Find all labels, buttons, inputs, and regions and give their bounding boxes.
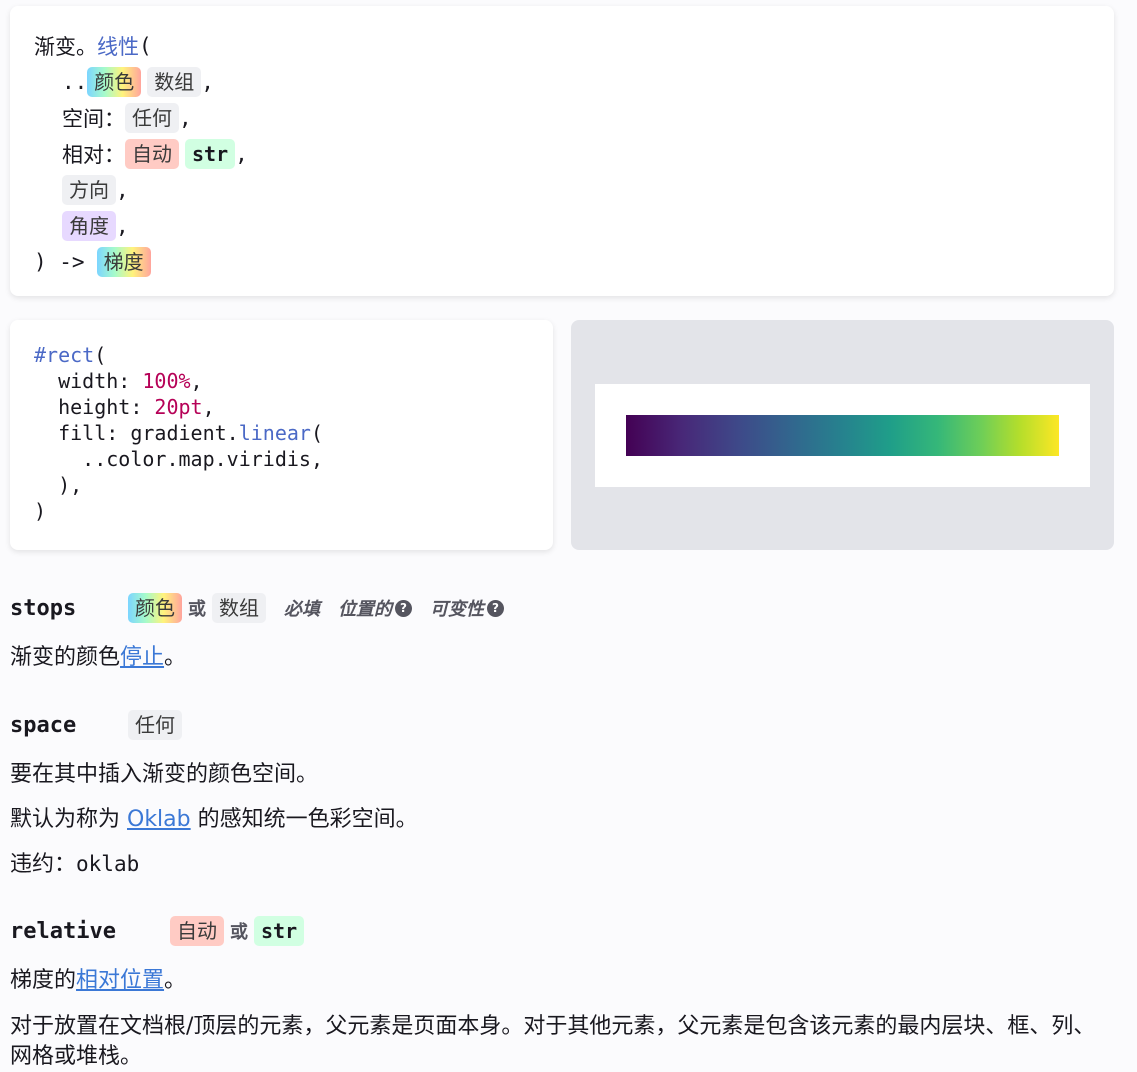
desc-text: 的感知统一色彩空间。 [190, 807, 418, 832]
type-array-tag[interactable]: 数组 [212, 593, 266, 623]
default-label: 违约： [10, 852, 77, 877]
code-line: fill: gradient.linear( [34, 420, 529, 446]
code-line: ), [34, 473, 83, 497]
oklab-link[interactable]: Oklab [127, 807, 191, 832]
code-line: #rect( [34, 342, 529, 368]
param-space-description: 要在其中插入渐变的颜色空间。 [10, 762, 319, 787]
param-relative-header: relative 自动 或 str [10, 915, 305, 947]
type-color-tag[interactable]: 颜色 [128, 593, 182, 623]
param-name-space: space [10, 712, 77, 738]
type-auto-tag[interactable]: 自动 [170, 916, 224, 946]
type-any-tag[interactable]: 任何 [128, 710, 182, 740]
param-stops-header: stops 颜色 或 数组 必填 位置的? 可变性? [10, 592, 504, 624]
code-number: 100% [142, 369, 191, 393]
return-arrow: ) -> [34, 250, 85, 274]
variadic-label: 可变性 [430, 599, 484, 620]
param-name-relative: relative [10, 918, 116, 944]
code-line: height: 20pt, [34, 394, 529, 420]
code-text: fill: gradient. [34, 421, 239, 445]
comma: , [235, 142, 248, 166]
code-text: width: [34, 369, 143, 393]
type-auto-tag[interactable]: 自动 [125, 139, 179, 169]
preview-page [595, 384, 1090, 487]
desc-text: 。 [164, 968, 187, 993]
type-color-tag[interactable]: 颜色 [87, 67, 142, 97]
required-flag: 必填 [284, 599, 320, 620]
type-str-tag[interactable]: str [185, 139, 236, 169]
signature-line-stops: .. 颜色 数组, [34, 64, 1090, 100]
param-space-header: space 任何 [10, 709, 182, 741]
help-icon[interactable]: ? [487, 599, 504, 617]
variadic-flag[interactable]: 可变性? [430, 595, 504, 621]
relative-label[interactable]: 相对： [62, 139, 125, 169]
code-text: , [202, 395, 215, 419]
positional-flag[interactable]: 位置的? [338, 595, 412, 621]
comma: , [116, 214, 129, 238]
fn-name[interactable]: 线性 [97, 31, 139, 61]
code-line: ) [34, 499, 47, 523]
signature-line-angle: 角度, [34, 208, 1090, 244]
desc-text: 渐变的颜色 [10, 645, 121, 670]
param-relative-detail: 对于放置在文档根/顶层的元素，父元素是页面本身。对于其他元素，父元素是包含该元素… [10, 1014, 1096, 1069]
signature-line-return: ) -> 梯度 [34, 244, 1090, 280]
type-str-tag[interactable]: str [254, 916, 305, 946]
code-function: linear [238, 421, 311, 445]
positional-label: 位置的 [338, 599, 392, 620]
param-space-default-description: 默认为称为 Oklab 的感知统一色彩空间。 [10, 805, 1120, 835]
or-text: 或 [188, 599, 206, 620]
code-text: height: [34, 395, 155, 419]
param-stops-description: 渐变的颜色停止。 [10, 643, 1120, 673]
code-text: , [190, 369, 203, 393]
example-code-box: #rect( width: 100%, height: 20pt, fill: … [10, 320, 553, 550]
param-space-default: 违约：oklab [10, 849, 1120, 880]
comma: , [116, 178, 129, 202]
desc-text: 默认为称为 [10, 807, 127, 832]
desc-text: 。 [164, 645, 187, 670]
param-name-stops: stops [10, 595, 77, 621]
type-angle-tag[interactable]: 角度 [62, 211, 116, 241]
signature-line-space: 空间： 任何, [34, 100, 1090, 136]
example-preview [571, 320, 1114, 550]
open-paren: ( [139, 34, 152, 58]
type-array-tag[interactable]: 数组 [147, 67, 202, 97]
default-value: oklab [76, 852, 140, 876]
param-relative-description: 梯度的相对位置。 [10, 966, 1120, 996]
space-label[interactable]: 空间： [62, 103, 125, 133]
code-line: ..color.map.viridis, [34, 447, 323, 471]
comma: , [179, 106, 192, 130]
type-any-tag[interactable]: 任何 [125, 103, 179, 133]
comma: , [201, 70, 214, 94]
code-keyword: #rect [34, 343, 95, 367]
desc-text: 梯度的 [10, 968, 77, 993]
signature-line-1: 渐变。 线性( [34, 28, 1090, 64]
code-text: ( [94, 343, 107, 367]
type-gradient-tag[interactable]: 梯度 [96, 247, 151, 277]
or-text: 或 [230, 922, 248, 943]
signature-line-dir: 方向, [34, 172, 1090, 208]
relative-placement-link[interactable]: 相对位置 [76, 968, 164, 993]
code-line: width: 100%, [34, 368, 529, 394]
type-direction-tag[interactable]: 方向 [62, 175, 116, 205]
fn-prefix: 渐变。 [34, 35, 97, 59]
viridis-gradient-rect [626, 415, 1059, 456]
stops-link[interactable]: 停止 [120, 645, 164, 670]
code-text: ( [310, 421, 323, 445]
spread-operator: .. [62, 70, 88, 94]
signature-box: 渐变。 线性( .. 颜色 数组, 空间： 任何, 相对： 自动 str, 方向, 角度, … [10, 6, 1114, 296]
signature-line-relative: 相对： 自动 str, [34, 136, 1090, 172]
code-number: 20pt [154, 395, 203, 419]
help-icon[interactable]: ? [395, 599, 412, 617]
